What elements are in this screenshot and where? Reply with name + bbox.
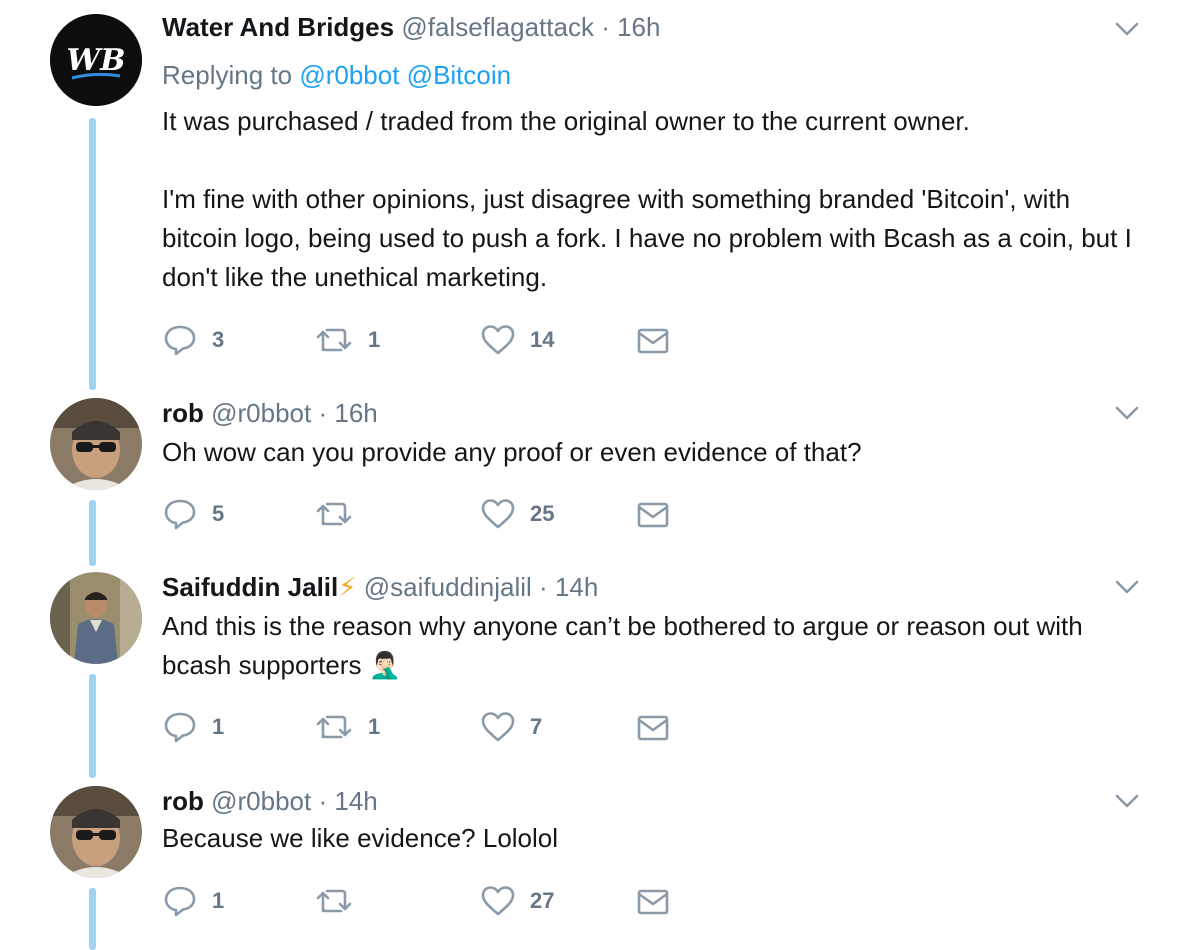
- tweet-actions: 3 1 14: [162, 322, 682, 358]
- retweet-icon: [316, 889, 352, 913]
- dm-button[interactable]: [636, 322, 670, 358]
- author-name[interactable]: Water And Bridges: [162, 12, 394, 42]
- tweet-actions: 1 27: [162, 883, 682, 919]
- reply-icon: [164, 325, 196, 356]
- tweet-paragraph: Oh wow can you provide any proof or even…: [162, 437, 862, 467]
- chevron-down-icon[interactable]: [1112, 14, 1142, 44]
- retweet-count: 1: [368, 327, 381, 352]
- timestamp[interactable]: 16h: [617, 12, 660, 42]
- author-handle[interactable]: @r0bbot: [211, 786, 311, 816]
- water-and-bridges-logo: WB: [50, 14, 142, 106]
- tweet-header: rob @r0bbot · 14h: [162, 786, 378, 816]
- like-button[interactable]: 7: [480, 709, 542, 745]
- tweet-header: Water And Bridges @falseflagattack · 16h: [162, 12, 660, 42]
- reply-button[interactable]: 1: [162, 883, 224, 919]
- tweet[interactable]: rob @r0bbot · 16h Oh wow can you provide…: [0, 390, 1200, 566]
- like-count: 7: [530, 714, 543, 739]
- like-count: 27: [530, 888, 555, 913]
- envelope-icon: [637, 715, 669, 741]
- retweet-button[interactable]: 1: [314, 709, 380, 745]
- avatar[interactable]: [50, 786, 142, 878]
- retweet-button[interactable]: [314, 496, 368, 532]
- lightning-emoji: ⚡: [338, 572, 357, 602]
- tweet-paragraph: It was purchased / traded from the origi…: [162, 106, 970, 136]
- reply-button[interactable]: 5: [162, 496, 224, 532]
- reply-icon: [164, 886, 196, 917]
- mention-link[interactable]: @r0bbot: [299, 60, 399, 90]
- tweet-text: And this is the reason why anyone can’t …: [162, 607, 1152, 685]
- chevron-down-icon[interactable]: [1112, 572, 1142, 602]
- heart-icon: [481, 712, 515, 742]
- like-count: 14: [530, 327, 555, 352]
- saifuddin-avatar-photo: [50, 572, 142, 664]
- svg-text:WB: WB: [66, 43, 125, 78]
- reply-count: 3: [212, 327, 225, 352]
- envelope-icon: [637, 502, 669, 528]
- like-button[interactable]: 25: [480, 496, 554, 532]
- separator: ·: [318, 786, 328, 816]
- like-count: 25: [530, 501, 555, 526]
- like-button[interactable]: 14: [480, 322, 554, 358]
- tweet-actions: 1 1 7: [162, 709, 682, 745]
- dm-button[interactable]: [636, 496, 670, 532]
- envelope-icon: [637, 328, 669, 354]
- timestamp[interactable]: 14h: [334, 786, 377, 816]
- reply-count: 5: [212, 501, 225, 526]
- chevron-down-icon[interactable]: [1112, 786, 1142, 816]
- author-handle[interactable]: @saifuddinjalil: [364, 572, 532, 602]
- author-handle[interactable]: @falseflagattack: [401, 12, 594, 42]
- retweet-count: 1: [368, 714, 381, 739]
- heart-icon: [481, 886, 515, 916]
- tweet-text: Because we like evidence? Lololol: [162, 819, 1152, 858]
- separator: ·: [539, 572, 548, 602]
- tweet[interactable]: Saifuddin Jalil⚡ @saifuddinjalil · 14h A…: [0, 566, 1200, 778]
- reply-count: 1: [212, 888, 225, 913]
- envelope-icon: [637, 889, 669, 915]
- timestamp[interactable]: 14h: [555, 572, 598, 602]
- tweet[interactable]: WB Water And Bridges @falseflagattack · …: [0, 0, 1200, 390]
- retweet-icon: [316, 715, 352, 739]
- avatar[interactable]: WB: [50, 14, 142, 106]
- author-name[interactable]: Saifuddin Jalil: [162, 572, 338, 602]
- dm-button[interactable]: [636, 883, 670, 919]
- retweet-button[interactable]: 1: [314, 322, 380, 358]
- author-handle[interactable]: @r0bbot: [211, 398, 311, 428]
- separator: ·: [601, 12, 610, 42]
- rob-avatar-photo: [50, 398, 142, 490]
- tweet[interactable]: rob @r0bbot · 14h Because we like eviden…: [0, 778, 1200, 950]
- tweet-header: Saifuddin Jalil⚡ @saifuddinjalil · 14h: [162, 572, 598, 602]
- dm-button[interactable]: [636, 709, 670, 745]
- retweet-icon: [316, 328, 352, 352]
- author-name[interactable]: rob: [162, 398, 204, 428]
- heart-icon: [481, 499, 515, 529]
- retweet-button[interactable]: [314, 883, 368, 919]
- reply-button[interactable]: 3: [162, 322, 224, 358]
- tweet-paragraph: And this is the reason why anyone can’t …: [162, 611, 1083, 680]
- tweet-actions: 5 25: [162, 496, 682, 532]
- like-button[interactable]: 27: [480, 883, 554, 919]
- reply-icon: [164, 712, 196, 743]
- mention-link[interactable]: @Bitcoin: [407, 60, 511, 90]
- reply-button[interactable]: 1: [162, 709, 224, 745]
- separator: ·: [318, 398, 328, 428]
- avatar[interactable]: [50, 572, 142, 664]
- reply-icon: [164, 499, 196, 530]
- reply-count: 1: [212, 714, 225, 739]
- timestamp[interactable]: 16h: [334, 398, 377, 428]
- chevron-down-icon[interactable]: [1112, 398, 1142, 428]
- replying-label: Replying to: [162, 60, 293, 90]
- tweet-paragraph: I'm fine with other opinions, just disag…: [162, 184, 1132, 292]
- tweet-paragraph: Because we like evidence? Lololol: [162, 823, 559, 853]
- avatar[interactable]: [50, 398, 142, 490]
- heart-icon: [481, 325, 515, 355]
- author-name[interactable]: rob: [162, 786, 204, 816]
- rob-avatar-photo: [50, 786, 142, 878]
- retweet-icon: [316, 502, 352, 526]
- replying-to: Replying to @r0bbot @Bitcoin: [162, 60, 511, 90]
- tweet-text: It was purchased / traded from the origi…: [162, 102, 1152, 297]
- tweet-text: Oh wow can you provide any proof or even…: [162, 433, 1152, 472]
- tweet-header: rob @r0bbot · 16h: [162, 398, 378, 428]
